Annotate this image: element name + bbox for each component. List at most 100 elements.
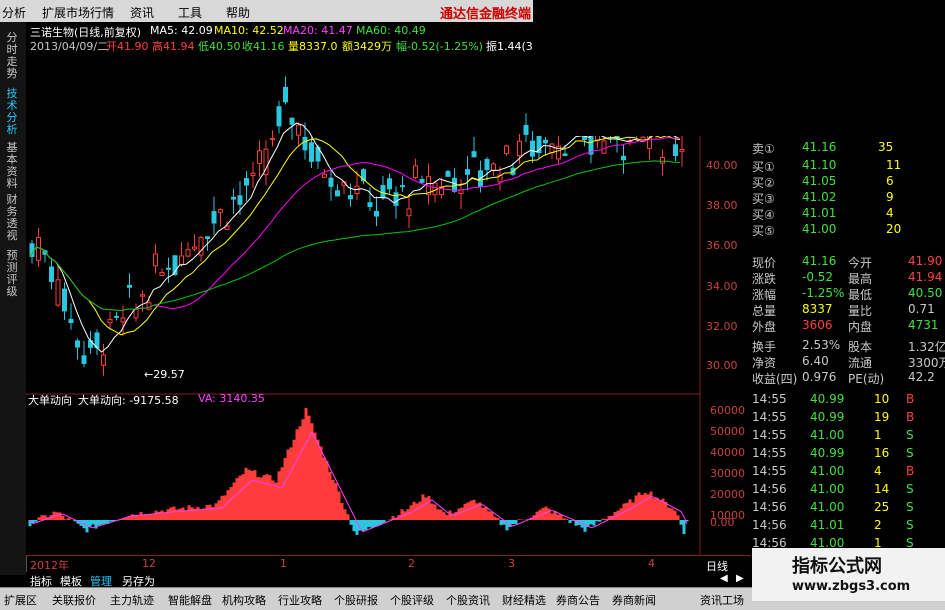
period-daily[interactable]: 日线 bbox=[706, 558, 728, 574]
menu-news[interactable]: 资讯 bbox=[130, 4, 154, 21]
toolbar-item[interactable]: 个股研报 bbox=[334, 592, 378, 608]
date-label: 2013/04/09/二 bbox=[30, 40, 109, 53]
candle-body bbox=[387, 178, 392, 190]
candle-body bbox=[484, 159, 490, 171]
tick-row: 14:55 41.00 1 S bbox=[752, 428, 914, 442]
open-label: 开41.90 bbox=[106, 40, 149, 53]
x-tick: 2012年 bbox=[30, 559, 69, 572]
candle-body bbox=[94, 332, 100, 349]
candle-body bbox=[62, 288, 67, 312]
toolbar-item[interactable]: 关联报价 bbox=[52, 592, 96, 608]
scroll-right-icon[interactable]: ▶ bbox=[736, 573, 744, 584]
indicator-tick: 60000 bbox=[710, 404, 745, 417]
candle-body bbox=[406, 208, 412, 217]
amount-label: 额3429万 bbox=[342, 40, 392, 53]
ma10-label: MA10: 42.52 bbox=[214, 24, 284, 37]
ma60-label: MA60: 40.49 bbox=[356, 24, 426, 37]
sell-row: 卖① 41.16 35 bbox=[752, 140, 894, 156]
x-tick: 1 bbox=[280, 557, 287, 570]
candle-body bbox=[562, 153, 568, 157]
price-tick: 32.00 bbox=[706, 320, 738, 333]
watermark-logo: 指标公式网 www.zbgs3.com bbox=[752, 548, 945, 601]
buy-row: 买① 41.10 11 bbox=[752, 158, 902, 174]
candle-body bbox=[140, 294, 145, 297]
left-tab-strip: 分时走势 技术分析 基本资料 财务透视 预测评级 bbox=[0, 22, 27, 575]
candle-body bbox=[296, 124, 301, 136]
candle-body bbox=[36, 237, 41, 261]
toolbar-item[interactable]: 资讯工场 bbox=[700, 592, 744, 608]
redaction-middle bbox=[263, 281, 683, 327]
candle-body bbox=[237, 195, 243, 205]
candle-body bbox=[393, 192, 399, 206]
candle-body bbox=[257, 150, 262, 164]
candle-body bbox=[530, 140, 535, 157]
tab-rating[interactable]: 预测评级 bbox=[3, 250, 21, 298]
stat-row: 净资 6.40 流通 3300万 bbox=[752, 354, 945, 370]
ma20-label: MA20: 41.47 bbox=[283, 24, 353, 37]
candle-body bbox=[283, 86, 288, 103]
indicator-tab-bar: 指标 模板 管理 另存为 bbox=[26, 572, 750, 588]
menu-analysis[interactable]: 分析 bbox=[2, 4, 26, 21]
tick-row: 14:55 40.99 16 S bbox=[752, 446, 914, 460]
menu-tools[interactable]: 工具 bbox=[178, 4, 202, 21]
candle-body bbox=[101, 354, 106, 366]
candle-body bbox=[445, 171, 451, 177]
toolbar-item[interactable]: 机构攻略 bbox=[222, 592, 266, 608]
candle-body bbox=[107, 318, 113, 324]
toolbar-item[interactable]: 行业攻略 bbox=[278, 592, 322, 608]
tab-finance[interactable]: 财务透视 bbox=[3, 194, 21, 242]
tab-technical[interactable]: 技术分析 bbox=[3, 88, 21, 136]
toolbar-item[interactable]: 智能解盘 bbox=[168, 592, 212, 608]
menu-ext-market[interactable]: 扩展市场行情 bbox=[42, 4, 114, 21]
candle-body bbox=[179, 255, 184, 265]
toolbar-item[interactable]: 主力轨迹 bbox=[110, 592, 154, 608]
candle-body bbox=[601, 140, 607, 154]
candle-body bbox=[432, 182, 438, 196]
low-label: 低40.50 bbox=[198, 40, 241, 53]
x-tick: 2 bbox=[408, 557, 415, 570]
candle-body bbox=[348, 195, 353, 200]
candle-body bbox=[159, 272, 165, 276]
brand-title: 通达信金融终端 bbox=[440, 7, 532, 22]
candle-body bbox=[276, 106, 282, 127]
x-tick: 3 bbox=[508, 557, 515, 570]
candle-body bbox=[185, 249, 191, 257]
toolbar-item[interactable]: 个股评级 bbox=[390, 592, 434, 608]
ma5-label: MA5: 42.09 bbox=[150, 24, 213, 37]
candle-body bbox=[211, 211, 217, 224]
stat-row: 外盘 3606 内盘 4731 bbox=[752, 318, 939, 334]
toolbar-item[interactable]: 财经精选 bbox=[502, 592, 546, 608]
x-axis: 2012年 12 1 2 3 4 bbox=[26, 555, 750, 572]
candle-body bbox=[153, 253, 158, 267]
candle-body bbox=[400, 185, 405, 188]
candle-body bbox=[374, 210, 379, 217]
indicator-tick: 40000 bbox=[710, 446, 745, 459]
indicator-name: 大单动向 bbox=[28, 394, 72, 407]
toolbar-item[interactable]: 个股资讯 bbox=[446, 592, 490, 608]
candle-body bbox=[673, 144, 678, 157]
candle-body bbox=[133, 308, 139, 319]
candle-body bbox=[549, 143, 555, 154]
candle-body bbox=[218, 209, 223, 213]
candle-body bbox=[29, 243, 35, 257]
price-tick: 36.00 bbox=[706, 239, 738, 252]
indicator-va: VA: 3140.35 bbox=[198, 392, 265, 405]
tab-intraday[interactable]: 分时走势 bbox=[3, 32, 21, 80]
candle-body bbox=[335, 190, 340, 197]
tick-row: 14:55 40.99 10 B bbox=[752, 392, 915, 406]
candle-body bbox=[380, 185, 386, 199]
toolbar-item[interactable]: 扩展区 bbox=[4, 592, 37, 608]
stat-row: 涨跌 -0.52 最高 41.94 bbox=[752, 270, 943, 286]
candle-body bbox=[679, 148, 685, 152]
change-label: 幅-0.52(-1.25%) bbox=[396, 40, 483, 53]
buy-row: 买⑤ 41.00 20 bbox=[752, 222, 902, 238]
close-label: 收41.16 bbox=[242, 40, 285, 53]
tab-basic-info[interactable]: 基本资料 bbox=[3, 142, 21, 190]
scroll-left-icon[interactable]: ◀ bbox=[720, 573, 728, 584]
menu-help[interactable]: 帮助 bbox=[226, 4, 250, 21]
indicator-tick: 0.00 bbox=[710, 516, 735, 529]
redaction-top-right bbox=[533, 0, 945, 136]
candle-body bbox=[471, 151, 477, 158]
toolbar-item[interactable]: 券商新闻 bbox=[612, 592, 656, 608]
toolbar-item[interactable]: 券商公告 bbox=[556, 592, 600, 608]
